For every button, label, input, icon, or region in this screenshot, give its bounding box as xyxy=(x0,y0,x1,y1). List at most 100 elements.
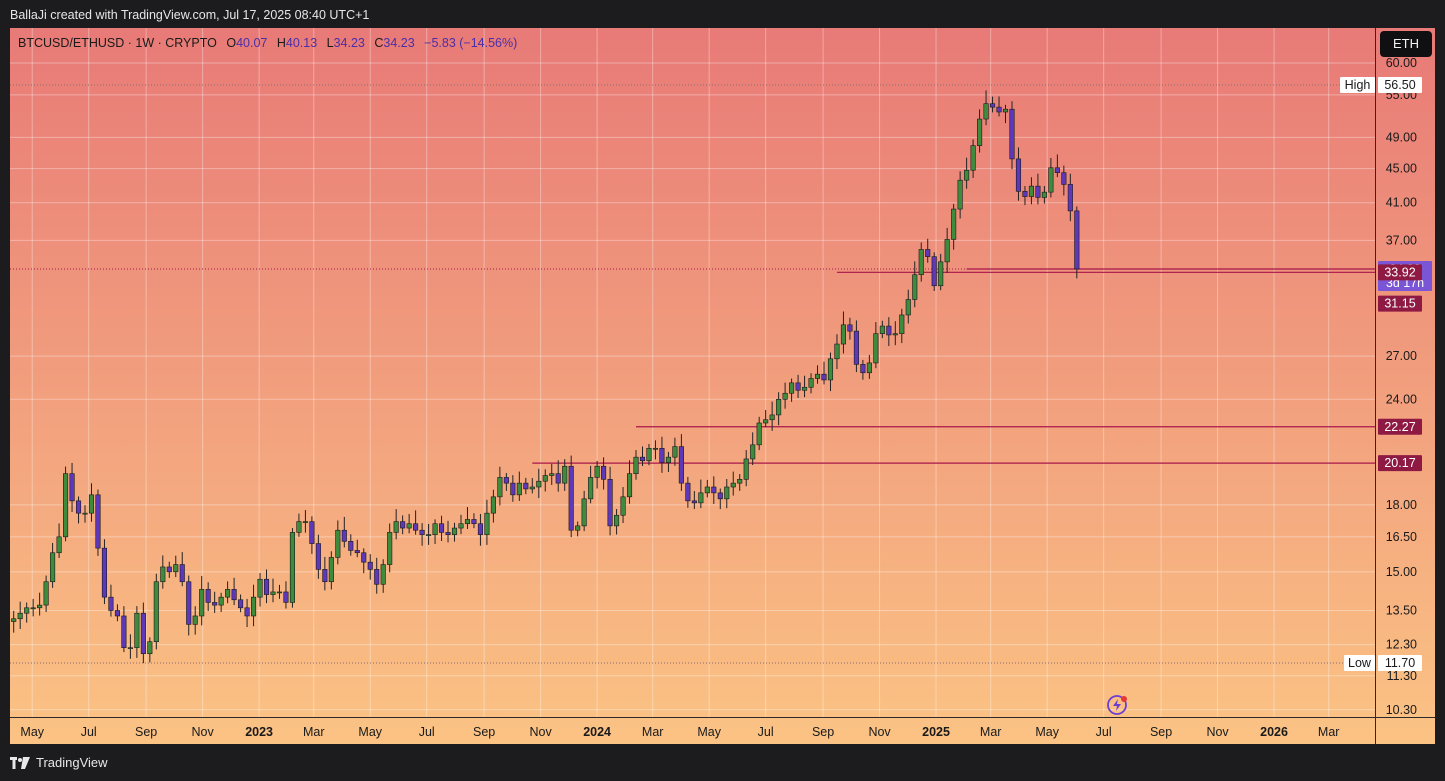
tradingview-footer[interactable]: TradingView xyxy=(10,746,108,780)
candle-down xyxy=(685,482,691,502)
candle-up xyxy=(1002,108,1009,113)
candle-up xyxy=(173,564,179,573)
candle-down xyxy=(510,482,516,496)
candle-down xyxy=(69,473,75,502)
candle-down xyxy=(445,532,451,535)
time-tick-label: Mar xyxy=(980,725,1002,739)
candle-down xyxy=(315,543,321,570)
candle-up xyxy=(581,498,587,527)
time-tick-label: Jul xyxy=(419,725,435,739)
candle-up xyxy=(147,641,153,655)
candle-up xyxy=(43,581,49,606)
candle-down xyxy=(108,596,114,611)
candle-up xyxy=(834,343,840,360)
candle-up xyxy=(970,145,976,171)
candle-up xyxy=(620,496,626,516)
candle-up xyxy=(763,419,769,424)
time-tick-label: May xyxy=(358,725,382,739)
candle-up xyxy=(704,486,710,494)
candle-down xyxy=(374,569,380,585)
candle-up xyxy=(633,456,639,474)
candle-down xyxy=(205,589,211,603)
candle-down xyxy=(925,249,931,257)
candle-up xyxy=(938,261,944,287)
symbol-badge[interactable]: ETH xyxy=(1380,31,1432,57)
candle-up xyxy=(17,612,23,620)
candle-up xyxy=(626,473,633,498)
time-tick-label: Mar xyxy=(1318,725,1340,739)
candle-down xyxy=(95,494,101,549)
candle-up xyxy=(56,536,62,554)
time-tick-label: Sep xyxy=(135,725,157,739)
candle-up xyxy=(983,103,989,120)
candle-up xyxy=(529,486,535,490)
candle-up xyxy=(328,557,334,583)
candle-up xyxy=(918,249,924,276)
level-value-label: 33.92 xyxy=(1384,265,1415,279)
price-tick-label: 16.50 xyxy=(1386,530,1417,544)
time-tick-label: Jul xyxy=(81,725,97,739)
candle-down xyxy=(503,477,509,484)
time-tick-label: Jul xyxy=(758,725,774,739)
candle-down xyxy=(853,330,859,365)
candle-down xyxy=(555,473,561,484)
candle-up xyxy=(672,446,678,458)
candle-down xyxy=(114,610,120,617)
candle-down xyxy=(989,103,996,108)
candle-up xyxy=(302,521,308,523)
candle-up xyxy=(251,596,257,617)
price-tick-label: 49.00 xyxy=(1386,130,1417,144)
candle-up xyxy=(646,448,652,462)
candle-down xyxy=(847,324,853,332)
candle-up xyxy=(1028,185,1034,197)
price-tick-label: 60.00 xyxy=(1386,56,1417,70)
candle-up xyxy=(536,480,542,488)
candle-down xyxy=(931,256,937,287)
candle-down xyxy=(101,547,108,598)
candle-up xyxy=(614,514,620,527)
candle-down xyxy=(523,482,529,490)
candle-up xyxy=(873,333,879,364)
candle-up xyxy=(432,523,438,535)
level-value-label: 20.17 xyxy=(1384,456,1415,470)
candle-up xyxy=(912,274,918,300)
candle-up xyxy=(270,591,276,595)
candle-up xyxy=(964,169,970,181)
candle-up xyxy=(88,494,95,514)
price-tick-label: 12.30 xyxy=(1386,638,1417,652)
candle-up xyxy=(957,179,963,210)
candle-down xyxy=(419,529,425,535)
candle-up xyxy=(827,358,834,381)
candle-up xyxy=(11,618,17,622)
candle-up xyxy=(698,492,704,504)
time-tick-label: Nov xyxy=(868,725,891,739)
candle-up xyxy=(769,414,775,421)
candle-up xyxy=(594,465,600,478)
candle-down xyxy=(1067,184,1073,212)
candle-down xyxy=(309,521,315,544)
candle-up xyxy=(724,486,730,500)
candle-down xyxy=(348,541,354,551)
candle-up xyxy=(50,552,56,583)
candle-up xyxy=(225,589,231,598)
candle-down xyxy=(886,325,892,336)
candle-up xyxy=(737,479,743,484)
candle-down xyxy=(711,486,717,494)
candle-up xyxy=(127,647,133,649)
price-tick-label: 37.00 xyxy=(1386,233,1417,247)
candle-up xyxy=(30,607,36,610)
time-tick-label: Nov xyxy=(530,725,553,739)
candle-down xyxy=(477,523,483,535)
time-tick-label: May xyxy=(20,725,44,739)
candle-down xyxy=(322,569,328,583)
candle-up xyxy=(730,482,736,488)
price-tick-label: 15.00 xyxy=(1386,565,1417,579)
candle-up xyxy=(458,523,464,529)
chart-area[interactable]: 60.0055.0049.0045.0041.0037.0027.0024.00… xyxy=(0,0,1445,780)
price-tick-label: 24.00 xyxy=(1386,392,1417,406)
high-value-label: 56.50 xyxy=(1384,78,1415,92)
candle-down xyxy=(121,615,127,648)
candle-up xyxy=(37,604,43,609)
time-tick-label: Nov xyxy=(192,725,215,739)
candle-up xyxy=(289,532,295,603)
